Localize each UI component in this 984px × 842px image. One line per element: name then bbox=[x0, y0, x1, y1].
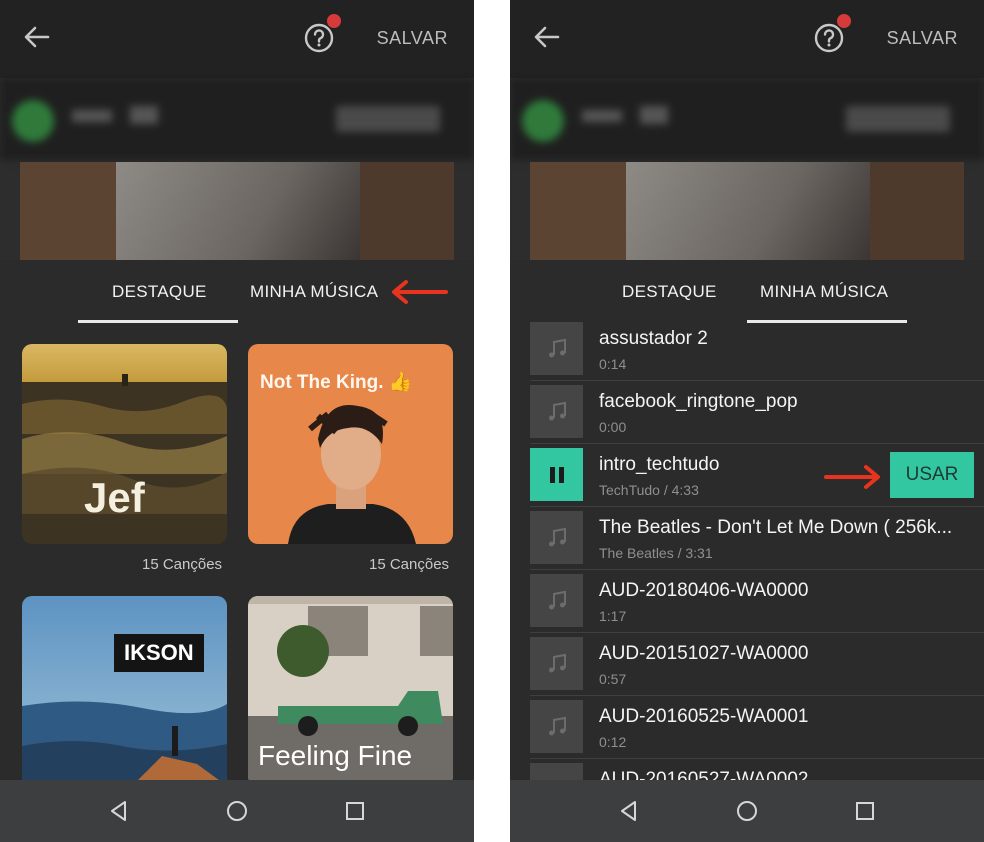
track-row[interactable]: The Beatles - Don't Let Me Down ( 256k..… bbox=[530, 507, 984, 570]
video-preview bbox=[20, 162, 454, 260]
track-row-playing[interactable]: intro_techtudo TechTudo / 4:33 USAR bbox=[530, 444, 984, 507]
album-card-not-the-king[interactable]: Not The King. 👍 bbox=[248, 344, 453, 544]
red-arrow-icon bbox=[824, 465, 880, 489]
tab-bar: DESTAQUE MINHA MÚSICA bbox=[510, 260, 984, 324]
music-note-icon bbox=[530, 700, 583, 753]
tab-destaque[interactable]: DESTAQUE bbox=[622, 282, 717, 302]
music-panel: DESTAQUE MINHA MÚSICA Jef 15 Canções Not… bbox=[0, 260, 474, 786]
track-row[interactable]: AUD-20180406-WA0000 1:17 bbox=[530, 570, 984, 633]
pause-icon[interactable] bbox=[530, 448, 583, 501]
music-note-icon bbox=[530, 511, 583, 564]
nav-home-icon[interactable] bbox=[224, 798, 250, 824]
album-song-count: 15 Canções bbox=[142, 556, 223, 573]
use-button[interactable]: USAR bbox=[890, 452, 974, 498]
track-row[interactable]: assustador 2 0:14 bbox=[530, 318, 984, 381]
album-cover-title: Jef bbox=[84, 474, 145, 521]
track-title: facebook_ringtone_pop bbox=[599, 391, 798, 412]
video-preview bbox=[530, 162, 964, 260]
track-title: intro_techtudo bbox=[599, 454, 720, 475]
track-subtitle: 0:00 bbox=[599, 419, 627, 435]
music-note-icon bbox=[530, 322, 583, 375]
album-cover-title: IKSON bbox=[114, 634, 204, 672]
blurred-profile-bar bbox=[510, 78, 984, 160]
nav-recents-icon[interactable] bbox=[852, 798, 878, 824]
back-arrow-icon[interactable] bbox=[532, 22, 562, 52]
left-phone-screen: SALVAR DESTAQUE MINHA MÚSICA Jef 15 Canç… bbox=[0, 0, 474, 842]
help-icon[interactable] bbox=[303, 14, 341, 54]
android-nav-bar bbox=[0, 780, 474, 842]
track-subtitle: TechTudo / 4:33 bbox=[599, 482, 699, 498]
album-cover-title: Feeling Fine bbox=[258, 740, 413, 771]
tab-destaque[interactable]: DESTAQUE bbox=[112, 282, 207, 302]
android-nav-bar bbox=[510, 780, 984, 842]
album-card-ikson[interactable]: IKSON bbox=[22, 596, 227, 786]
music-note-icon bbox=[530, 385, 583, 438]
track-title: AUD-20160525-WA0001 bbox=[599, 706, 809, 727]
track-title: The Beatles - Don't Let Me Down ( 256k..… bbox=[599, 517, 953, 538]
notification-dot bbox=[327, 14, 341, 28]
tab-minha-musica[interactable]: MINHA MÚSICA bbox=[250, 282, 378, 302]
back-arrow-icon[interactable] bbox=[22, 22, 52, 52]
track-title: AUD-20180406-WA0000 bbox=[599, 580, 809, 601]
music-note-icon bbox=[530, 637, 583, 690]
track-subtitle: 0:12 bbox=[599, 734, 627, 750]
album-cover-title: Not The King. 👍 bbox=[260, 372, 413, 393]
nav-home-icon[interactable] bbox=[734, 798, 760, 824]
save-button[interactable]: SALVAR bbox=[377, 28, 448, 49]
track-title: assustador 2 bbox=[599, 328, 708, 349]
nav-back-icon[interactable] bbox=[106, 798, 132, 824]
track-subtitle: The Beatles / 3:31 bbox=[599, 545, 713, 561]
album-card-feeling-fine[interactable]: Feeling Fine bbox=[248, 596, 453, 786]
track-row[interactable]: facebook_ringtone_pop 0:00 bbox=[530, 381, 984, 444]
tab-bar: DESTAQUE MINHA MÚSICA bbox=[0, 260, 474, 324]
album-song-count: 15 Canções bbox=[369, 556, 450, 573]
save-button[interactable]: SALVAR bbox=[887, 28, 958, 49]
tab-underline bbox=[78, 320, 238, 323]
nav-recents-icon[interactable] bbox=[342, 798, 368, 824]
notification-dot bbox=[837, 14, 851, 28]
track-title: AUD-20151027-WA0000 bbox=[599, 643, 809, 664]
track-row[interactable]: AUD-20160525-WA0001 0:12 bbox=[530, 696, 984, 759]
right-phone-screen: SALVAR DESTAQUE MINHA MÚSICA assustador … bbox=[510, 0, 984, 842]
track-row[interactable]: AUD-20151027-WA0000 0:57 bbox=[530, 633, 984, 696]
album-card-jef[interactable]: Jef bbox=[22, 344, 227, 544]
help-icon[interactable] bbox=[813, 14, 851, 54]
music-panel: DESTAQUE MINHA MÚSICA assustador 2 0:14 … bbox=[510, 260, 984, 816]
track-subtitle: 0:14 bbox=[599, 356, 627, 372]
nav-back-icon[interactable] bbox=[616, 798, 642, 824]
tab-minha-musica[interactable]: MINHA MÚSICA bbox=[760, 282, 888, 302]
red-arrow-icon bbox=[392, 280, 448, 304]
top-bar: SALVAR bbox=[0, 0, 474, 78]
track-subtitle: 1:17 bbox=[599, 608, 627, 624]
blurred-profile-bar bbox=[0, 78, 474, 160]
top-bar: SALVAR bbox=[510, 0, 984, 78]
track-subtitle: 0:57 bbox=[599, 671, 627, 687]
music-note-icon bbox=[530, 574, 583, 627]
